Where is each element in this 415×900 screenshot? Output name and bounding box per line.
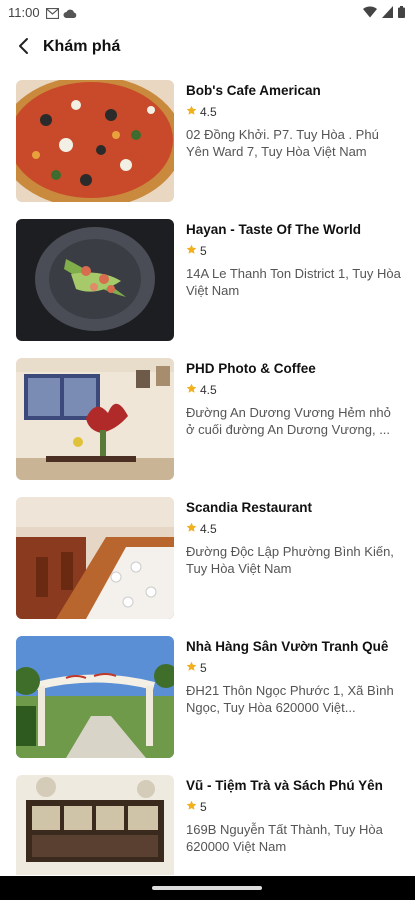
place-address: 02 Đồng Khởi. P7. Tuy Hòa . Phú Yên Ward… (186, 127, 379, 159)
star-icon (186, 798, 197, 816)
star-icon (186, 242, 197, 260)
place-address: 14A Le Thanh Ton District 1, Tuy Hòa Việ… (186, 266, 401, 298)
rating-value: 4.5 (200, 522, 217, 536)
signal-icon (382, 6, 393, 18)
place-address: Đường An Dương Vương Hẻm nhỏ ở cuối đườn… (186, 405, 391, 437)
rating-value: 4.5 (200, 105, 217, 119)
status-bar: 11:00 (0, 0, 415, 26)
arrow-back-icon (17, 37, 31, 60)
star-icon (186, 103, 197, 121)
place-list-item[interactable]: Vũ - Tiệm Trà và Sách Phú Yên 5 169B Ngu… (0, 775, 415, 875)
place-address: ĐH21 Thôn Ngọc Phước 1, Xã Bình Ngọc, Tu… (186, 683, 394, 715)
place-list-item[interactable]: Nhà Hàng Sân Vườn Tranh Quê 5 ĐH21 Thôn … (0, 636, 415, 758)
place-list-item[interactable]: Hayan - Taste Of The World 5 14A Le Than… (0, 219, 415, 341)
restaurant-tables-photo (16, 497, 174, 619)
star-icon (186, 381, 197, 399)
battery-icon (398, 6, 405, 18)
cafe-interior-photo (16, 358, 174, 480)
rating: 5 (186, 799, 401, 815)
place-name: Bob's Cafe American (186, 83, 321, 98)
place-name: Vũ - Tiệm Trà và Sách Phú Yên (186, 778, 383, 793)
place-list-item[interactable]: Scandia Restaurant 4.5 Đường Độc Lập Phư… (0, 497, 415, 619)
pizza-photo (16, 80, 174, 202)
rating-value: 4.5 (200, 383, 217, 397)
place-list-item[interactable]: Bob's Cafe American 4.5 02 Đồng Khởi. P7… (0, 80, 415, 202)
place-name: Scandia Restaurant (186, 500, 313, 515)
place-list-item[interactable]: PHD Photo & Coffee 4.5 Đường An Dương Vư… (0, 358, 415, 480)
place-name: Hayan - Taste Of The World (186, 222, 362, 237)
page-title: Khám phá (43, 38, 121, 55)
rating: 5 (186, 660, 401, 676)
rating: 4.5 (186, 382, 401, 398)
status-time: 11:00 (8, 5, 40, 20)
tea-book-shop-photo (16, 775, 174, 875)
gmail-icon (45, 6, 60, 24)
cloud-icon (63, 6, 77, 24)
rating: 4.5 (186, 521, 401, 537)
home-gesture-handle[interactable] (152, 886, 262, 890)
app-bar: Khám phá (0, 26, 415, 70)
place-address: 169B Nguyễn Tất Thành, Tuy Hòa 620000 Vi… (186, 822, 383, 854)
garden-restaurant-gate-photo (16, 636, 174, 758)
star-icon (186, 520, 197, 538)
wifi-icon (363, 6, 377, 18)
system-nav-bar (0, 876, 415, 900)
plated-dish-photo (16, 219, 174, 341)
place-address: Đường Độc Lập Phường Bình Kiến, Tuy Hòa … (186, 544, 394, 576)
rating-value: 5 (200, 661, 207, 675)
place-name: PHD Photo & Coffee (186, 361, 316, 376)
rating: 4.5 (186, 104, 401, 120)
back-button[interactable] (8, 32, 40, 64)
rating-value: 5 (200, 244, 207, 258)
place-name: Nhà Hàng Sân Vườn Tranh Quê (186, 639, 389, 654)
star-icon (186, 659, 197, 677)
rating: 5 (186, 243, 401, 259)
rating-value: 5 (200, 800, 207, 814)
